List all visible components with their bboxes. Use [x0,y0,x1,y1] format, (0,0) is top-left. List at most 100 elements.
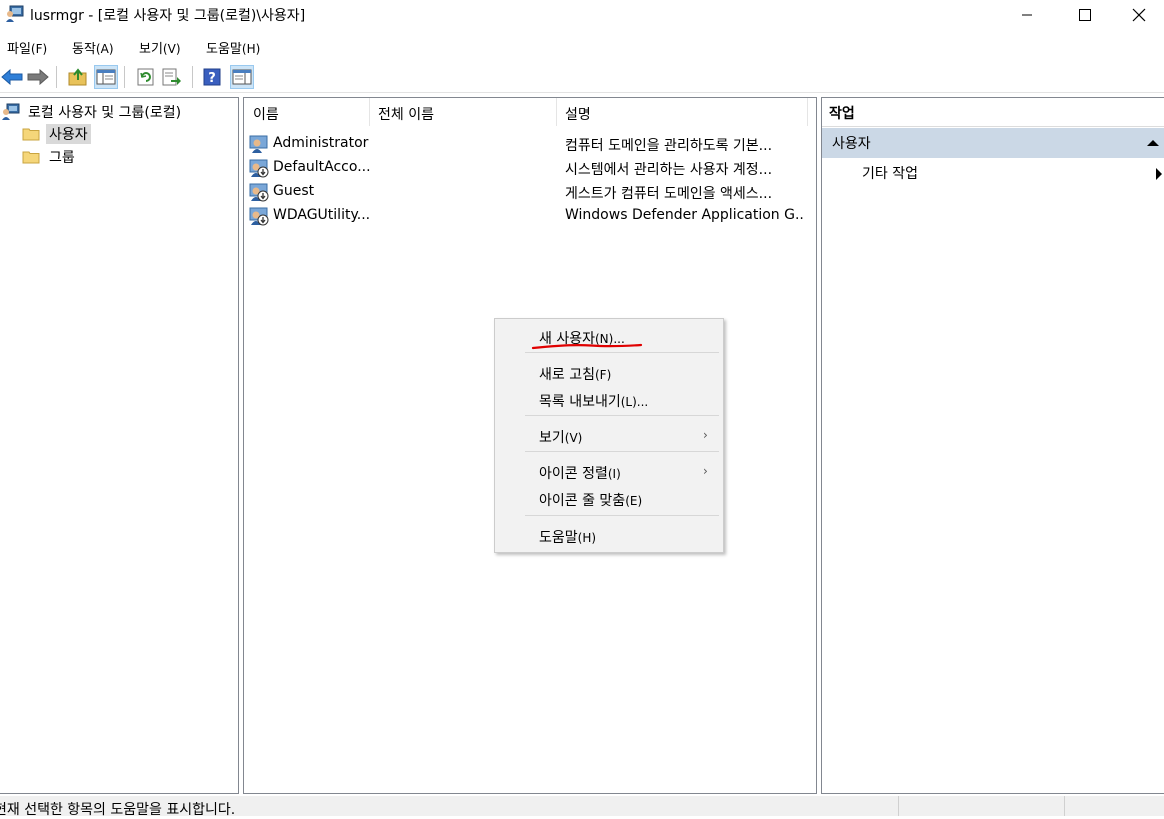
ctx-arrange-mnemonic: (I) [607,467,621,481]
back-arrow-icon [1,69,23,85]
maximize-icon [1079,9,1091,21]
user-name: DefaultAcco... [273,159,371,175]
lusrmgr-app-icon [6,5,24,22]
tree-root-item[interactable]: 로컬 사용자 및 그룹(로컬) [1,102,184,122]
help-icon: ? [203,68,221,86]
export-list-button[interactable] [160,65,184,89]
action-more-actions[interactable]: 기타 작업 [862,162,918,186]
window-title: lusrmgr - [로컬 사용자 및 그룹(로컬)\사용자] [30,8,306,24]
title-bar: lusrmgr - [로컬 사용자 및 그룹(로컬)\사용자] [0,0,1164,30]
minimize-icon [1022,14,1032,16]
ctx-view[interactable]: 보기(V) [539,427,582,447]
toolbar-separator [56,66,57,88]
export-list-icon [162,68,181,86]
menu-view-label: 보기 [139,42,163,57]
red-underline-annotation [531,343,643,350]
menu-help[interactable]: 도움말(H) [206,38,260,57]
user-row-wdagutility[interactable]: WDAGUtility... Windows Defender Applicat… [249,204,809,228]
ctx-view-label: 보기 [539,430,565,446]
minimize-button[interactable] [998,0,1056,30]
toolbar: ? [0,61,1164,93]
toolbar-separator [192,66,193,88]
menu-file-mnemonic: (F) [30,42,48,56]
menu-action-label: 동작 [72,42,96,57]
submenu-arrow-icon: › [703,464,708,478]
tree-item-users-label: 사용자 [46,124,91,144]
menu-separator [525,451,719,452]
ctx-export-mnemonic: (L)... [620,395,649,409]
folder-icon [22,151,40,164]
status-text: 현재 선택한 항목의 도움말을 표시합니다. [0,802,236,818]
column-header-full-name[interactable]: 전체 이름 [369,98,557,126]
ctx-export-list[interactable]: 목록 내보내기(L)... [539,391,648,411]
tree-item-groups[interactable]: 그룹 [22,147,78,167]
submenu-arrow-icon: › [703,428,708,442]
disabled-user-icon [249,183,269,202]
menu-bar: 파일(F) 동작(A) 보기(V) 도움말(H) [0,34,1164,60]
ctx-help-label: 도움말 [539,530,578,546]
show-hide-tree-button[interactable] [94,65,118,89]
folder-icon [22,128,40,141]
ctx-arrange-label: 아이콘 정렬 [539,466,608,482]
user-row-defaultaccount[interactable]: DefaultAcco... 시스템에서 관리하는 사용자 계정... [249,156,809,180]
user-row-administrator[interactable]: Administrator 컴퓨터 도메인을 관리하도록 기본... [249,132,809,156]
user-icon [249,135,268,153]
refresh-button[interactable] [134,65,158,89]
menu-action[interactable]: 동작(A) [72,38,114,57]
ctx-line-up-icons[interactable]: 아이콘 줄 맞춤(E) [539,490,642,510]
menu-separator [525,515,719,516]
up-one-level-button[interactable] [66,65,90,89]
status-divider [898,796,899,816]
back-button[interactable] [0,65,24,89]
ctx-help[interactable]: 도움말(H) [539,527,596,547]
menu-file-label: 파일 [7,42,31,57]
submenu-right-icon [1156,168,1162,180]
user-name: WDAGUtility... [273,207,371,223]
ctx-line-up-label: 아이콘 줄 맞춤 [539,493,626,509]
action-pane-header: 작업 [822,98,1164,127]
collapse-up-icon[interactable] [1147,140,1159,146]
svg-text:?: ? [208,71,216,86]
user-name: Administrator [273,135,369,151]
forward-button[interactable] [26,65,50,89]
user-name: Guest [273,183,315,199]
ctx-refresh-mnemonic: (F) [594,368,612,382]
user-row-guest[interactable]: Guest 게스트가 컴퓨터 도메인을 액세스... [249,180,809,204]
ctx-refresh[interactable]: 새로 고침(F) [539,364,611,384]
maximize-button[interactable] [1056,0,1114,30]
show-hide-action-pane-button[interactable] [230,65,254,89]
forward-arrow-icon [27,69,49,85]
user-description: 컴퓨터 도메인을 관리하도록 기본... [565,138,773,154]
up-folder-icon [68,68,87,86]
help-button[interactable]: ? [200,65,224,89]
menu-separator [525,352,719,353]
ctx-help-mnemonic: (H) [577,531,597,545]
tree-root-label: 로컬 사용자 및 그룹(로컬) [28,105,182,121]
menu-view-mnemonic: (V) [162,42,181,56]
column-header-name[interactable]: 이름 [244,98,370,126]
console-tree-pane[interactable]: 로컬 사용자 및 그룹(로컬) 사용자 그룹 [0,97,239,794]
close-button[interactable] [1114,0,1164,30]
ctx-view-mnemonic: (V) [564,431,583,445]
disabled-user-icon [249,207,269,226]
menu-separator [525,415,719,416]
action-section-users[interactable]: 사용자 [822,128,1164,158]
user-description: Windows Defender Application G... [565,207,805,223]
ctx-line-up-mnemonic: (E) [625,494,643,508]
user-description: 게스트가 컴퓨터 도메인을 액세스... [565,186,773,202]
action-pane: 작업 사용자 기타 작업 [821,97,1164,794]
refresh-icon [137,68,154,86]
ctx-export-label: 목록 내보내기 [539,394,621,410]
show-hide-action-pane-icon [232,69,252,85]
user-description: 시스템에서 관리하는 사용자 계정... [565,162,773,178]
menu-action-mnemonic: (A) [95,42,114,56]
tree-item-users[interactable]: 사용자 [22,124,91,144]
close-icon [1132,8,1146,22]
status-divider [1064,796,1065,816]
menu-view[interactable]: 보기(V) [139,38,181,57]
action-section-label: 사용자 [832,136,871,152]
menu-file[interactable]: 파일(F) [7,38,47,57]
ctx-arrange-icons[interactable]: 아이콘 정렬(I) [539,463,621,483]
local-users-groups-icon [2,103,20,120]
column-header-description[interactable]: 설명 [556,98,808,126]
